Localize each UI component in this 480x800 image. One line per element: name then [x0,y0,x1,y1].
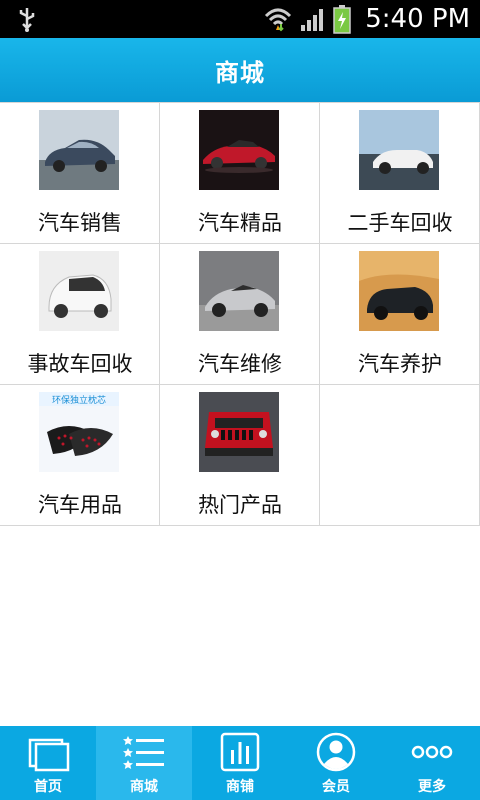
member-icon [316,732,356,772]
tab-label: 商铺 [226,779,254,795]
grid-item-hot-products[interactable]: 热门产品 [160,385,320,526]
grid-item-accident-car-recycling[interactable]: 事故车回收 [0,244,160,385]
header-bar: 商城 [0,38,480,102]
grid-item-car-sales[interactable]: 汽车销售 [0,103,160,244]
tab-more[interactable]: 更多 [384,726,480,800]
grid-item-label: 汽车维修 [198,352,282,376]
status-bar: 5:40 PM [0,0,480,38]
sedan-car-image [39,110,119,190]
pillow-overlay-text: 环保独立枕芯 [52,394,106,406]
grid-item-label: 二手车回收 [347,211,453,235]
red-jeep-image [199,392,279,472]
grid-empty-cell [320,385,480,526]
grid-item-label: 汽车养护 [358,352,442,376]
category-grid: 汽车销售 汽车精品 二手车回收 事故车回收 汽车维修 汽车养护 环保独立枕芯 汽… [0,102,480,527]
grid-item-used-car-recycling[interactable]: 二手车回收 [320,103,480,244]
white-convertible-image [359,110,439,190]
grid-item-car-maintenance[interactable]: 汽车养护 [320,244,480,385]
page-title: 商城 [215,58,265,87]
grid-item-label: 汽车用品 [38,493,122,517]
home-icon [28,738,70,772]
tab-home[interactable]: 首页 [0,726,96,800]
more-icon [411,745,453,759]
tab-shop[interactable]: 商铺 [192,726,288,800]
grid-item-car-repair[interactable]: 汽车维修 [160,244,320,385]
grid-item-label: 汽车销售 [38,211,122,235]
red-sports-car-image [199,110,279,190]
shop-chart-icon [220,732,260,772]
grid-item-label: 汽车精品 [198,211,282,235]
tab-label: 会员 [322,779,350,795]
grid-item-label: 热门产品 [198,493,282,517]
tab-member[interactable]: 会员 [288,726,384,800]
tab-label: 更多 [418,779,446,795]
tab-label: 商城 [130,779,158,795]
bottom-tab-bar: 首页 商城 商铺 会员 更多 [0,726,480,800]
tab-label: 首页 [34,779,62,795]
car-pillow-image: 环保独立枕芯 [39,392,119,472]
suv-desert-image [359,251,439,331]
tab-mall[interactable]: 商城 [96,726,192,800]
signal-icon [301,9,324,31]
grid-item-car-supplies[interactable]: 环保独立枕芯 汽车用品 [0,385,160,526]
silver-coupe-image [199,251,279,331]
battery-charging-icon [333,5,351,34]
wifi-icon [265,8,292,32]
grid-item-label: 事故车回收 [27,352,133,376]
grid-item-car-accessories-premium[interactable]: 汽车精品 [160,103,320,244]
clock: 5:40 PM [365,4,470,34]
usb-icon [19,8,35,32]
white-compact-car-image [39,251,119,331]
list-icon [123,736,164,769]
